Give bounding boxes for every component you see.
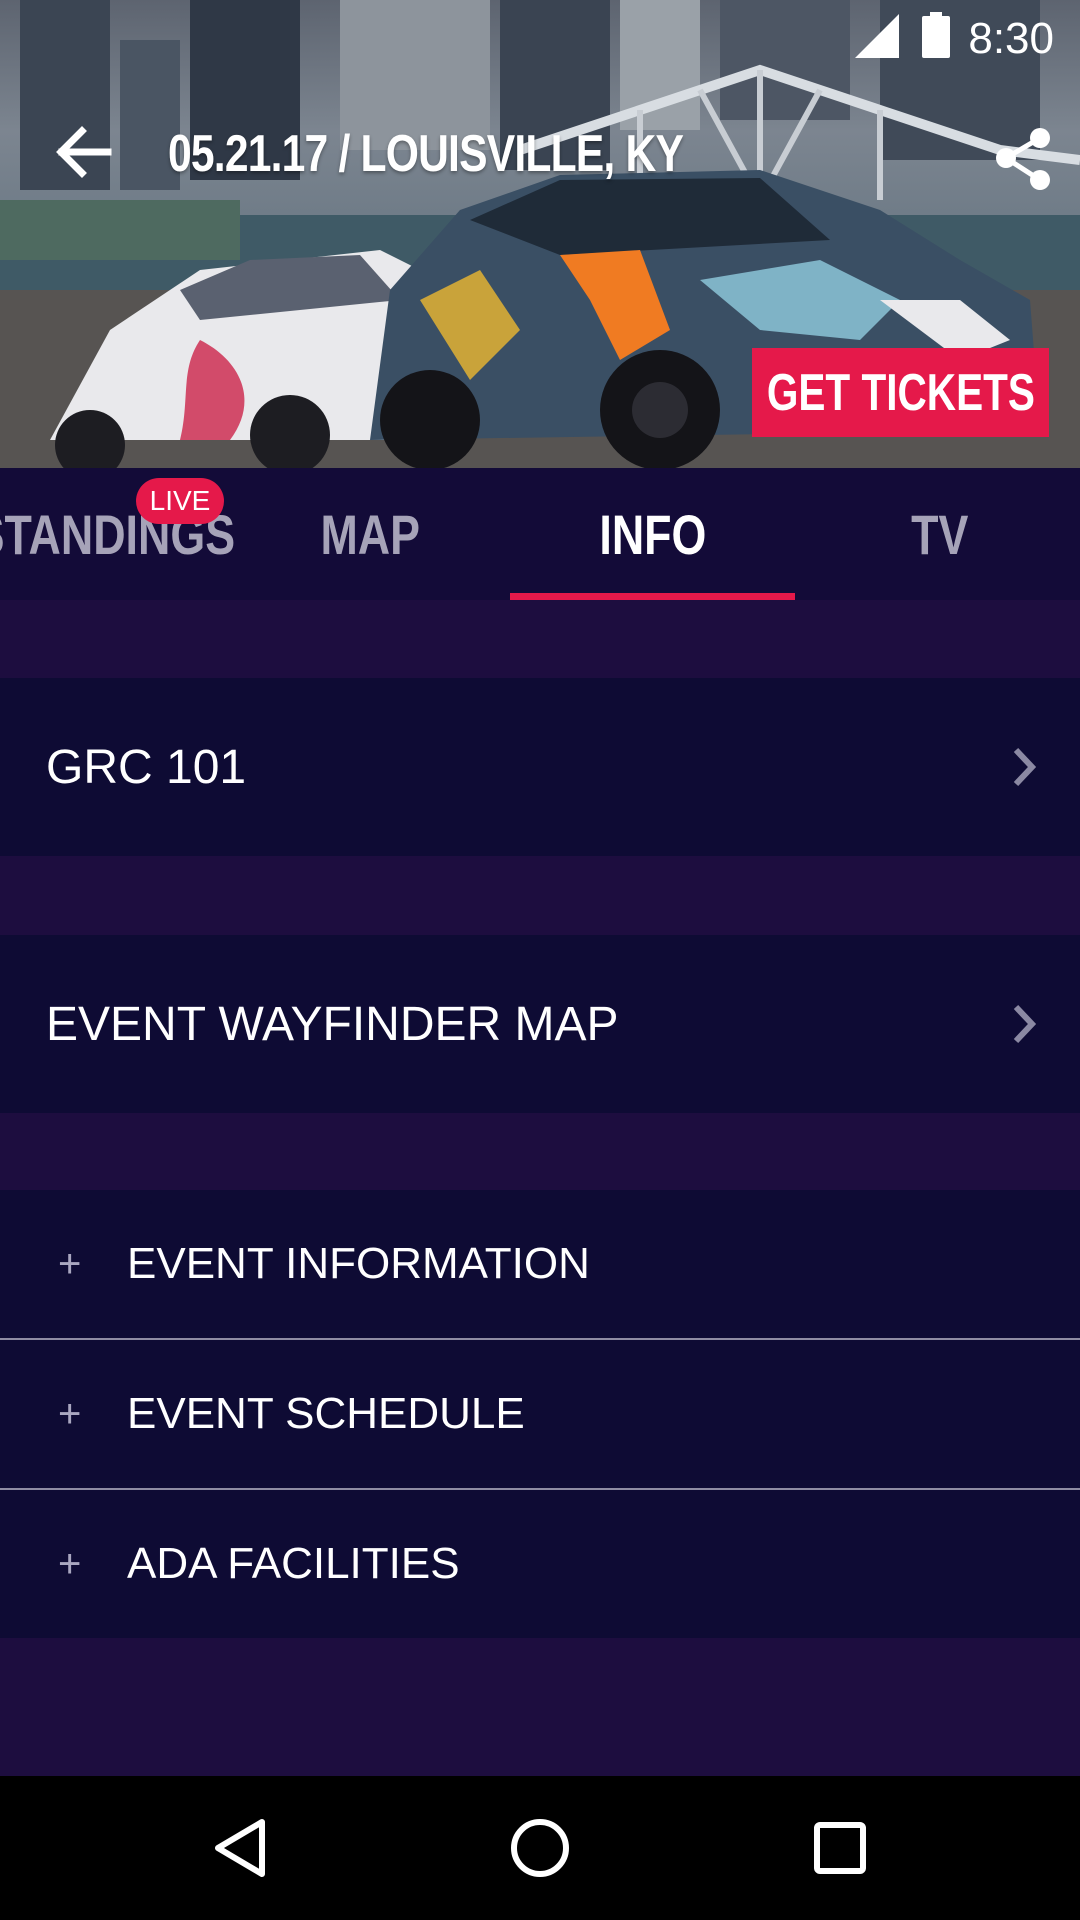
plus-icon: + (58, 1392, 82, 1436)
tab-map[interactable]: MAP (270, 468, 470, 600)
accordion-ada-facilities[interactable]: + ADA FACILITIES (0, 1488, 1080, 1638)
share-icon[interactable] (988, 124, 1058, 194)
event-wayfinder-map-label: EVENT WAYFINDER MAP (46, 997, 619, 1051)
active-tab-indicator (510, 593, 795, 600)
tab-tv[interactable]: TV (840, 468, 1040, 600)
chevron-right-icon (1013, 1004, 1037, 1044)
accordion-label: EVENT INFORMATION (127, 1239, 590, 1288)
grc-101-row[interactable]: GRC 101 (0, 678, 1080, 856)
get-tickets-button[interactable]: GET TICKETS (752, 348, 1049, 437)
accordion-label: EVENT SCHEDULE (127, 1389, 525, 1438)
plus-icon: + (58, 1242, 82, 1286)
get-tickets-label: GET TICKETS (766, 363, 1035, 422)
square-recents-icon (814, 1822, 866, 1874)
tab-info[interactable]: INFO (510, 468, 795, 600)
nav-home-button[interactable] (450, 1776, 630, 1920)
live-badge: LIVE (136, 478, 224, 524)
page-title: 05.21.17 / LOUISVILLE, KY (168, 125, 684, 183)
hero-banner: 8:30 05.21.17 / LOUISVILLE, KY GET TICKE… (0, 0, 1080, 468)
status-time: 8:30 (968, 14, 1054, 63)
accordion-event-information[interactable]: + EVENT INFORMATION (0, 1190, 1080, 1338)
nav-back-button[interactable] (150, 1776, 330, 1920)
status-bar: 8:30 (0, 0, 1080, 75)
plus-icon: + (58, 1542, 82, 1586)
tab-tv-label: TV (911, 502, 969, 566)
chevron-right-icon (1013, 747, 1037, 787)
accordion-event-schedule[interactable]: + EVENT SCHEDULE (0, 1338, 1080, 1488)
info-accordion: + EVENT INFORMATION + EVENT SCHEDULE + A… (0, 1190, 1080, 1638)
cell-signal-icon (855, 14, 899, 58)
tab-standings[interactable]: STANDINGS (0, 468, 270, 600)
arrow-left-icon[interactable] (50, 117, 120, 187)
triangle-back-icon (215, 1819, 265, 1877)
tab-map-label: MAP (320, 502, 420, 566)
grc-101-label: GRC 101 (46, 740, 247, 794)
system-nav-bar (0, 1776, 1080, 1920)
tab-info-label: INFO (598, 502, 706, 566)
nav-recents-button[interactable] (750, 1776, 930, 1920)
accordion-label: ADA FACILITIES (127, 1539, 460, 1588)
event-wayfinder-map-row[interactable]: EVENT WAYFINDER MAP (0, 935, 1080, 1113)
battery-icon (922, 12, 950, 58)
circle-home-icon (511, 1819, 569, 1877)
